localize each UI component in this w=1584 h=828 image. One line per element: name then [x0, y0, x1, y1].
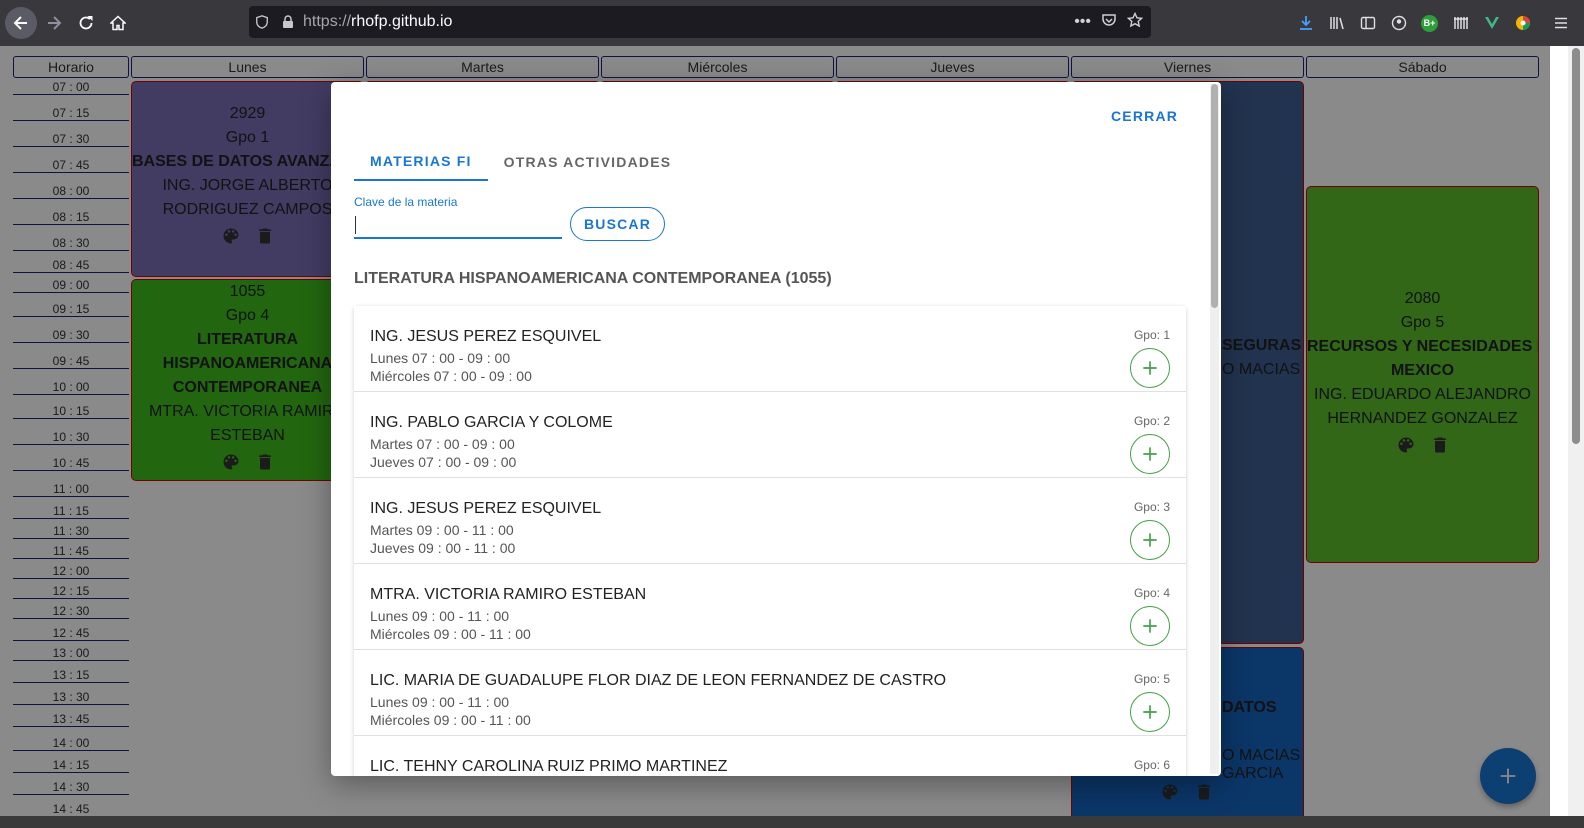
professor-name: ING. PABLO GARCIA Y COLOME — [370, 414, 613, 431]
forward-button[interactable] — [38, 7, 70, 39]
plus-icon — [1143, 447, 1157, 461]
add-group-button[interactable] — [1130, 434, 1170, 474]
group-row: MTRA. VICTORIA RAMIRO ESTEBAN Lunes 09 : … — [354, 564, 1186, 650]
course-key-input[interactable] — [354, 212, 562, 239]
extension-badge-label: B+ — [1421, 14, 1438, 32]
download-icon[interactable] — [1290, 7, 1321, 39]
url-text: https://rhofp.github.io — [303, 13, 452, 31]
course-key-label: Clave de la materia — [354, 195, 458, 209]
library-icon[interactable] — [1321, 7, 1352, 39]
plus-icon — [1143, 533, 1157, 547]
tab-materias-fi[interactable]: MATERIAS FI — [354, 142, 488, 181]
schedule-slot: Martes 07 : 00 - 09 : 00 — [370, 436, 515, 452]
schedule-slot: Martes 09 : 00 - 11 : 00 — [370, 522, 514, 538]
group-row: ING. JESUS PEREZ ESQUIVEL Lunes 07 : 00 -… — [354, 306, 1186, 392]
group-row: ING. JESUS PEREZ ESQUIVEL Martes 09 : 00 … — [354, 478, 1186, 564]
tab-otras-actividades[interactable]: OTRAS ACTIVIDADES — [488, 142, 688, 181]
reload-button[interactable] — [70, 7, 102, 39]
schedule-slot: Lunes 09 : 00 - 11 : 00 — [370, 608, 510, 624]
group-number: Gpo: 1 — [1133, 328, 1170, 342]
text-caret — [355, 216, 356, 234]
subject-title: LITERATURA HISPANOAMERICANA CONTEMPORANE… — [354, 270, 832, 287]
horizontal-scrollbar[interactable] — [0, 816, 1584, 828]
professor-name: MTRA. VICTORIA RAMIRO ESTEBAN — [370, 586, 647, 603]
menu-icon[interactable] — [1538, 7, 1584, 39]
toolbar-extensions: B+ — [1290, 0, 1584, 46]
add-group-button[interactable] — [1130, 692, 1170, 732]
group-number: Gpo: 5 — [1133, 672, 1170, 686]
add-group-button[interactable] — [1130, 348, 1170, 388]
dialog-tabs: MATERIAS FI OTRAS ACTIVIDADES — [354, 142, 687, 181]
url-bar[interactable]: https://rhofp.github.io ••• — [249, 6, 1151, 38]
back-button[interactable] — [5, 7, 37, 39]
add-course-dialog: CERRAR MATERIAS FI OTRAS ACTIVIDADES Cla… — [331, 82, 1221, 776]
professor-name: ING. JESUS PEREZ ESQUIVEL — [370, 328, 602, 345]
plus-icon — [1143, 705, 1157, 719]
account-icon[interactable] — [1383, 7, 1414, 39]
group-row: LIC. TEHNY CAROLINA RUIZ PRIMO MARTINEZ G… — [354, 736, 1186, 776]
pocket-icon[interactable] — [1101, 12, 1117, 33]
sidebar-icon[interactable] — [1352, 7, 1383, 39]
group-number: Gpo: 2 — [1133, 414, 1170, 428]
professor-name: LIC. MARIA DE GUADALUPE FLOR DIAZ DE LEO… — [370, 672, 947, 689]
browser-toolbar: https://rhofp.github.io ••• B+ — [0, 0, 1584, 46]
group-number: Gpo: 3 — [1133, 500, 1170, 514]
color-wheel-icon[interactable] — [1507, 7, 1538, 39]
schedule-slot: Lunes 07 : 00 - 09 : 00 — [370, 350, 511, 366]
extension-badge-icon[interactable]: B+ — [1414, 7, 1445, 39]
group-number: Gpo: 6 — [1133, 758, 1170, 772]
plus-icon — [1143, 361, 1157, 375]
vue-devtools-icon[interactable] — [1476, 7, 1507, 39]
shield-icon — [249, 15, 275, 29]
group-row: LIC. MARIA DE GUADALUPE FLOR DIAZ DE LEO… — [354, 650, 1186, 736]
close-button[interactable]: CERRAR — [1103, 102, 1186, 130]
schedule-slot: Miércoles 07 : 00 - 09 : 00 — [370, 368, 532, 384]
extension-bars-icon[interactable] — [1445, 7, 1476, 39]
plus-icon — [1143, 619, 1157, 633]
professor-name: LIC. TEHNY CAROLINA RUIZ PRIMO MARTINEZ — [370, 758, 728, 775]
lock-icon — [275, 15, 301, 29]
group-row: ING. PABLO GARCIA Y COLOME Martes 07 : 00… — [354, 392, 1186, 478]
page-scrollbar[interactable] — [1568, 46, 1584, 816]
page-scrollbar-thumb[interactable] — [1572, 48, 1580, 444]
dialog-scrollbar-thumb[interactable] — [1211, 84, 1218, 308]
schedule-slot: Jueves 07 : 00 - 09 : 00 — [370, 454, 517, 470]
schedule-slot: Lunes 09 : 00 - 11 : 00 — [370, 694, 510, 710]
schedule-slot: Miércoles 09 : 00 - 11 : 00 — [370, 712, 531, 728]
url-scheme: https:// — [303, 13, 352, 30]
dialog-scrollbar[interactable] — [1210, 84, 1219, 774]
url-host: rhofp.github.io — [351, 13, 453, 30]
add-group-button[interactable] — [1130, 520, 1170, 560]
bookmark-star-icon[interactable] — [1126, 11, 1144, 33]
professor-name: ING. JESUS PEREZ ESQUIVEL — [370, 500, 602, 517]
schedule-slot: Miércoles 09 : 00 - 11 : 00 — [370, 626, 531, 642]
arrow-left-icon — [13, 16, 27, 30]
group-list: ING. JESUS PEREZ ESQUIVEL Lunes 07 : 00 -… — [354, 306, 1186, 776]
group-number: Gpo: 4 — [1133, 586, 1170, 600]
home-button[interactable] — [102, 7, 134, 39]
schedule-slot: Jueves 09 : 00 - 11 : 00 — [370, 540, 516, 556]
arrow-right-icon — [48, 16, 62, 30]
search-button[interactable]: BUSCAR — [570, 207, 665, 241]
more-actions-icon[interactable]: ••• — [1074, 13, 1091, 31]
add-group-button[interactable] — [1130, 606, 1170, 646]
home-icon — [110, 15, 126, 31]
reload-icon — [79, 16, 93, 30]
